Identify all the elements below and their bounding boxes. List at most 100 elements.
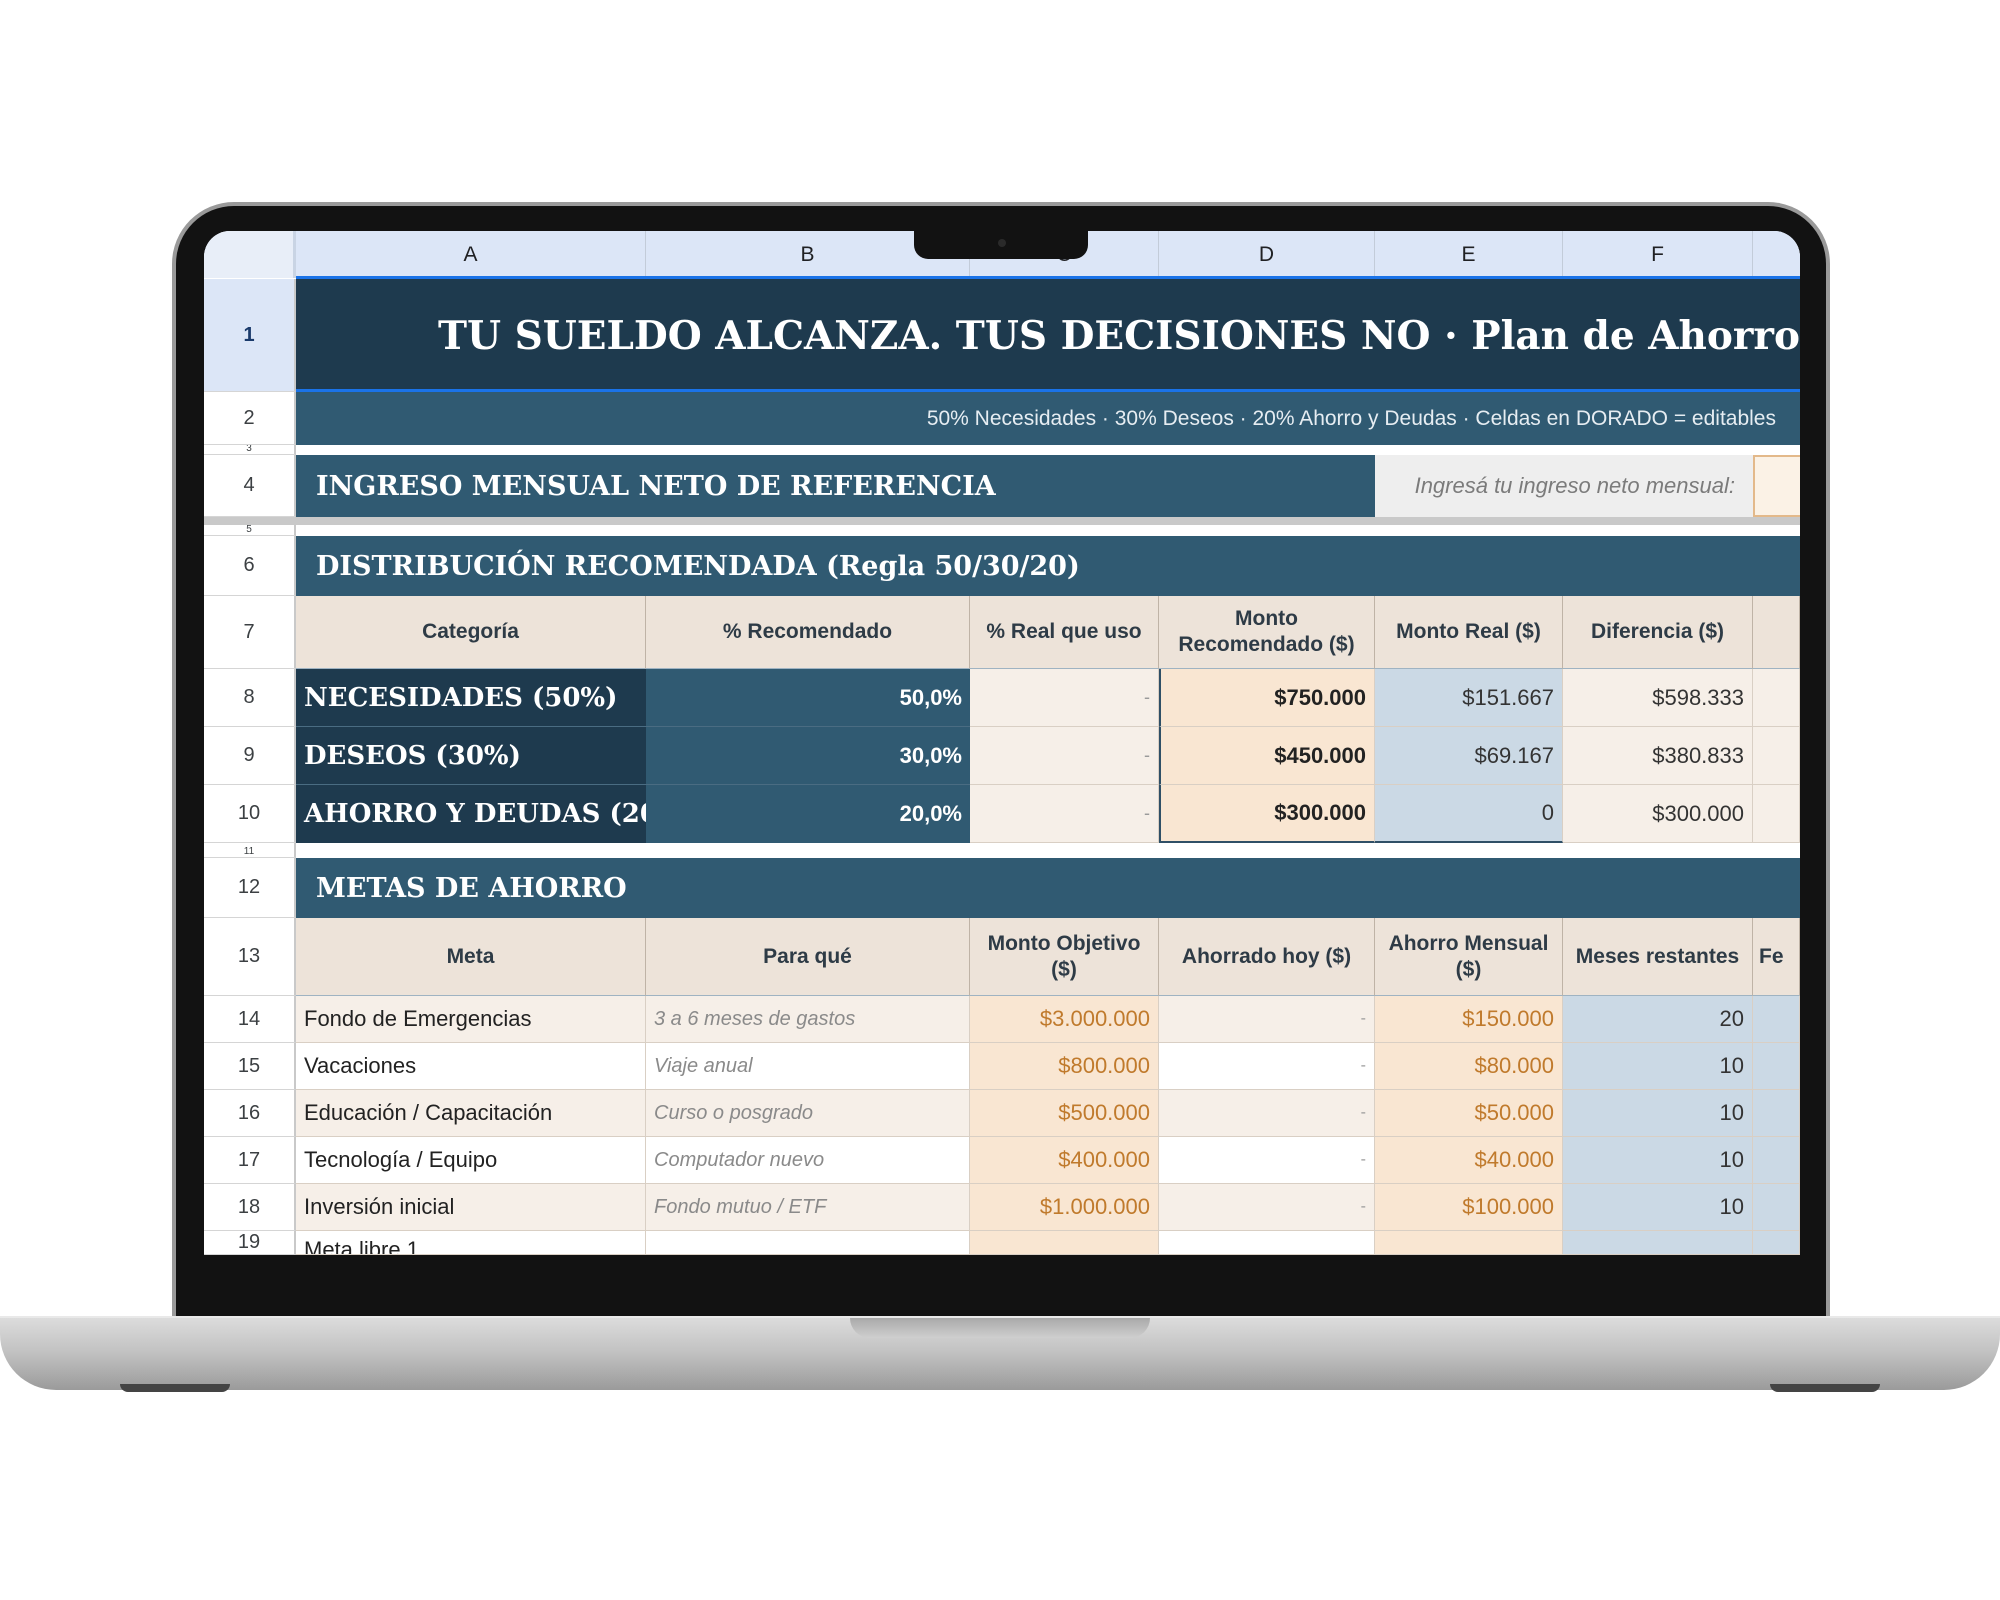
goal-mensual[interactable]: $150.000 <box>1375 996 1563 1043</box>
banner-subtitle[interactable]: 50% Necesidades · 30% Deseos · 20% Ahorr… <box>296 392 1800 445</box>
goal-mensual[interactable]: $80.000 <box>1375 1043 1563 1090</box>
goal-ahorrado[interactable]: - <box>1159 1043 1375 1090</box>
goal-meta[interactable]: Meta libre 1 <box>296 1231 646 1255</box>
dist-header-monto-recomendado[interactable]: Monto Recomendado ($) <box>1159 596 1375 669</box>
row-header-19[interactable]: 19 <box>204 1231 296 1255</box>
row-header-1[interactable]: 1 <box>204 279 296 392</box>
row-header-11[interactable]: 11 <box>204 843 296 858</box>
goal-meses[interactable]: 20 <box>1563 996 1753 1043</box>
goal-para[interactable]: Computador nuevo <box>646 1137 970 1184</box>
goal-mensual[interactable] <box>1375 1231 1563 1255</box>
row-header-3[interactable]: 3 <box>204 445 296 455</box>
row-header-14[interactable]: 14 <box>204 996 296 1043</box>
goal-fecha[interactable] <box>1753 1184 1800 1231</box>
dist-header-extra[interactable] <box>1753 596 1800 669</box>
row-header-2[interactable]: 2 <box>204 392 296 445</box>
row-header-7[interactable]: 7 <box>204 596 296 669</box>
dist-pct-real-necesidades[interactable]: - <box>970 669 1159 727</box>
goals-header-para[interactable]: Para qué <box>646 918 970 996</box>
row-header-9[interactable]: 9 <box>204 727 296 785</box>
goal-para[interactable] <box>646 1231 970 1255</box>
row-header-15[interactable]: 15 <box>204 1043 296 1090</box>
goal-meta[interactable]: Fondo de Emergencias <box>296 996 646 1043</box>
goal-objetivo[interactable]: $800.000 <box>970 1043 1159 1090</box>
dist-header-pct-recomendado[interactable]: % Recomendado <box>646 596 970 669</box>
dist-monto-rec-necesidades[interactable]: $750.000 <box>1159 669 1375 727</box>
goal-para[interactable]: 3 a 6 meses de gastos <box>646 996 970 1043</box>
dist-extra-ahorro[interactable] <box>1753 785 1800 843</box>
row-header-8[interactable]: 8 <box>204 669 296 727</box>
dist-extra-deseos[interactable] <box>1753 727 1800 785</box>
dist-category-deseos[interactable]: DESEOS (30%) <box>296 727 646 785</box>
dist-pct-rec-ahorro[interactable]: 20,0% <box>646 785 970 843</box>
goals-header-fecha[interactable]: Fe <box>1753 918 1800 996</box>
banner-title[interactable]: TU SUELDO ALCANZA. TUS DECISIONES NO · P… <box>296 279 1800 392</box>
goal-para[interactable]: Fondo mutuo / ETF <box>646 1184 970 1231</box>
select-all-corner[interactable] <box>204 231 296 278</box>
dist-monto-rec-deseos[interactable]: $450.000 <box>1159 727 1375 785</box>
goal-ahorrado[interactable]: - <box>1159 1090 1375 1137</box>
dist-diferencia-deseos[interactable]: $380.833 <box>1563 727 1753 785</box>
dist-diferencia-necesidades[interactable]: $598.333 <box>1563 669 1753 727</box>
goal-mensual[interactable]: $50.000 <box>1375 1090 1563 1137</box>
distribution-heading[interactable]: DISTRIBUCIÓN RECOMENDADA (Regla 50/30/20… <box>296 536 1800 596</box>
goal-ahorrado[interactable]: - <box>1159 1137 1375 1184</box>
goal-para[interactable]: Viaje anual <box>646 1043 970 1090</box>
goals-header-meses[interactable]: Meses restantes <box>1563 918 1753 996</box>
dist-pct-real-deseos[interactable]: - <box>970 727 1159 785</box>
dist-pct-rec-necesidades[interactable]: 50,0% <box>646 669 970 727</box>
column-header-a[interactable]: A <box>296 231 646 278</box>
row-header-17[interactable]: 17 <box>204 1137 296 1184</box>
goal-mensual[interactable]: $100.000 <box>1375 1184 1563 1231</box>
dist-pct-rec-deseos[interactable]: 30,0% <box>646 727 970 785</box>
goal-fecha[interactable] <box>1753 1137 1800 1184</box>
goal-meses[interactable]: 10 <box>1563 1184 1753 1231</box>
goal-objetivo[interactable] <box>970 1231 1159 1255</box>
dist-monto-real-ahorro[interactable]: 0 <box>1375 785 1563 843</box>
goal-ahorrado[interactable]: - <box>1159 1184 1375 1231</box>
row-header-10[interactable]: 10 <box>204 785 296 843</box>
goal-fecha[interactable] <box>1753 1090 1800 1137</box>
goal-meta[interactable]: Vacaciones <box>296 1043 646 1090</box>
goal-meses[interactable]: 10 <box>1563 1043 1753 1090</box>
goal-ahorrado[interactable] <box>1159 1231 1375 1255</box>
goals-heading[interactable]: METAS DE AHORRO <box>296 858 1800 918</box>
income-heading[interactable]: INGRESO MENSUAL NETO DE REFERENCIA <box>296 455 1375 517</box>
row-header-16[interactable]: 16 <box>204 1090 296 1137</box>
row-header-18[interactable]: 18 <box>204 1184 296 1231</box>
goals-header-mensual[interactable]: Ahorro Mensual ($) <box>1375 918 1563 996</box>
dist-category-ahorro[interactable]: AHORRO Y DEUDAS (20%) <box>296 785 646 843</box>
dist-header-diferencia[interactable]: Diferencia ($) <box>1563 596 1753 669</box>
dist-category-necesidades[interactable]: NECESIDADES (50%) <box>296 669 646 727</box>
goal-meses[interactable]: 10 <box>1563 1090 1753 1137</box>
goals-header-ahorrado[interactable]: Ahorrado hoy ($) <box>1159 918 1375 996</box>
dist-pct-real-ahorro[interactable]: - <box>970 785 1159 843</box>
goal-para[interactable]: Curso o posgrado <box>646 1090 970 1137</box>
income-input[interactable] <box>1753 455 1800 517</box>
goal-fecha[interactable] <box>1753 1231 1800 1255</box>
column-header-d[interactable]: D <box>1159 231 1375 278</box>
goal-objetivo[interactable]: $500.000 <box>970 1090 1159 1137</box>
dist-monto-rec-ahorro[interactable]: $300.000 <box>1159 785 1375 843</box>
goal-mensual[interactable]: $40.000 <box>1375 1137 1563 1184</box>
dist-diferencia-ahorro[interactable]: $300.000 <box>1563 785 1753 843</box>
goal-objetivo[interactable]: $3.000.000 <box>970 996 1159 1043</box>
goals-header-meta[interactable]: Meta <box>296 918 646 996</box>
goal-meta[interactable]: Inversión inicial <box>296 1184 646 1231</box>
goal-ahorrado[interactable]: - <box>1159 996 1375 1043</box>
dist-header-pct-real[interactable]: % Real que uso <box>970 596 1159 669</box>
row-header-6[interactable]: 6 <box>204 536 296 596</box>
column-header-g[interactable] <box>1753 231 1800 278</box>
dist-monto-real-necesidades[interactable]: $151.667 <box>1375 669 1563 727</box>
goal-meta[interactable]: Tecnología / Equipo <box>296 1137 646 1184</box>
goals-header-objetivo[interactable]: Monto Objetivo ($) <box>970 918 1159 996</box>
dist-header-categoria[interactable]: Categoría <box>296 596 646 669</box>
row-header-4[interactable]: 4 <box>204 455 296 517</box>
row-header-13[interactable]: 13 <box>204 918 296 996</box>
dist-monto-real-deseos[interactable]: $69.167 <box>1375 727 1563 785</box>
goal-meta[interactable]: Educación / Capacitación <box>296 1090 646 1137</box>
column-header-f[interactable]: F <box>1563 231 1753 278</box>
goal-objetivo[interactable]: $1.000.000 <box>970 1184 1159 1231</box>
row-header-12[interactable]: 12 <box>204 858 296 918</box>
dist-extra-necesidades[interactable] <box>1753 669 1800 727</box>
